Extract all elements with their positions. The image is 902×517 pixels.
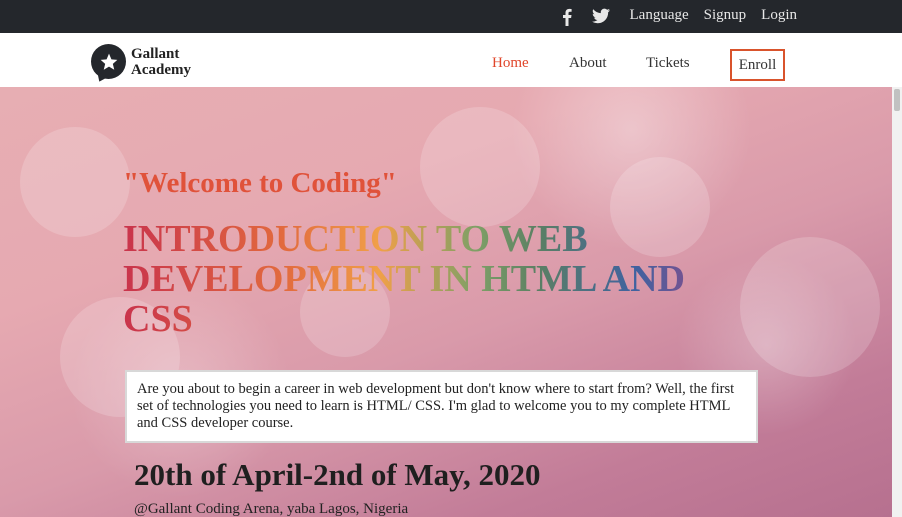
brand-line2: Academy (131, 61, 191, 78)
twitter-icon[interactable] (592, 8, 610, 26)
hero-banner: "Welcome to Coding" INTRODUCTION TO WEB … (0, 87, 902, 517)
nav-home[interactable]: Home (492, 55, 529, 72)
page-scrollbar[interactable] (892, 87, 902, 517)
scrollbar-thumb[interactable] (894, 89, 900, 111)
brand-line1: Gallant (131, 45, 180, 62)
course-title: INTRODUCTION TO WEB DEVELOPMENT IN HTML … (123, 219, 763, 339)
brand-name: Gallant Academy (131, 46, 191, 78)
welcome-heading: "Welcome to Coding" (123, 167, 397, 199)
enroll-button[interactable]: Enroll (730, 49, 785, 81)
top-bar: Language Signup Login (0, 0, 902, 33)
intro-text: Are you about to begin a career in web d… (125, 370, 758, 443)
brand-logo[interactable]: Gallant Academy (91, 44, 191, 79)
social-links (562, 8, 610, 26)
facebook-icon[interactable] (562, 8, 580, 26)
event-venue: @Gallant Coding Arena, yaba Lagos, Niger… (134, 501, 409, 517)
event-date: 20th of April-2nd of May, 2020 (134, 457, 541, 492)
login-link[interactable]: Login (761, 7, 797, 24)
account-links: Language Signup Login (630, 7, 798, 24)
language-link[interactable]: Language (630, 7, 689, 24)
nav-tickets[interactable]: Tickets (646, 55, 690, 72)
nav-about[interactable]: About (569, 55, 607, 72)
star-chat-bubble-icon (91, 44, 126, 79)
bokeh-light (420, 107, 540, 227)
signup-link[interactable]: Signup (704, 7, 747, 24)
bokeh-light (20, 127, 130, 237)
